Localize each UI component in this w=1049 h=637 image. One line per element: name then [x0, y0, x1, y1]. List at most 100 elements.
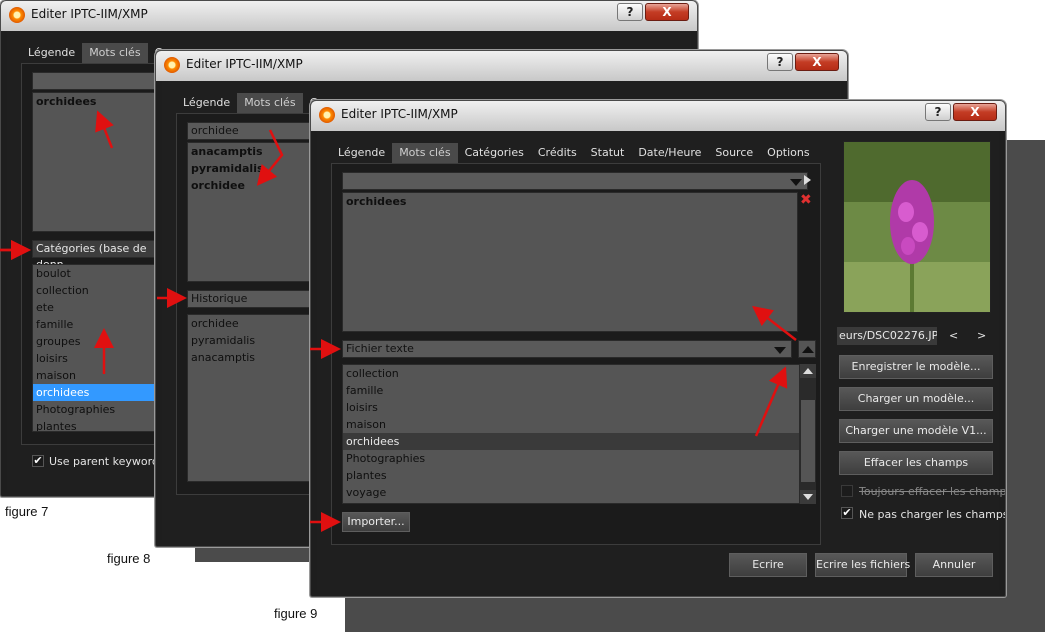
- tab-mots-cles[interactable]: Mots clés: [237, 93, 303, 113]
- list-item[interactable]: orchidees: [343, 433, 799, 450]
- keyword-search-input[interactable]: orchidee: [187, 122, 317, 140]
- client-area: Légende Mots clés Catégories Crédits Statut D…: [317, 131, 1005, 590]
- help-button[interactable]: ?: [767, 53, 793, 71]
- window-title: Editer IPTC-IIM/XMP: [186, 57, 303, 71]
- write-button[interactable]: Ecrire: [729, 553, 807, 577]
- list-item[interactable]: plantes: [33, 418, 161, 431]
- list-item[interactable]: loisirs: [343, 399, 799, 416]
- list-item[interactable]: famille: [343, 382, 799, 399]
- help-button[interactable]: ?: [925, 103, 951, 121]
- list-item[interactable]: famille: [33, 316, 161, 333]
- keyword-list[interactable]: orchidees: [342, 192, 798, 332]
- keyword-combo[interactable]: [32, 72, 162, 90]
- keywords-panel: orchidees ✖ Fichier texte collection fami…: [331, 163, 821, 545]
- list-item[interactable]: maison: [33, 367, 161, 384]
- use-parent-checkbox[interactable]: ✔: [32, 455, 44, 467]
- titlebar[interactable]: Editer IPTC-IIM/XMP ? X: [156, 51, 847, 79]
- always-clear-label: Toujours effacer les champs: [859, 485, 1006, 498]
- scroll-thumb[interactable]: [801, 400, 815, 482]
- file-list-scrollbar[interactable]: [800, 364, 816, 504]
- tab-options[interactable]: Options: [760, 143, 816, 163]
- tab-statut[interactable]: Statut: [584, 143, 632, 163]
- tab-credits[interactable]: Crédits: [531, 143, 584, 163]
- list-item[interactable]: collection: [33, 282, 161, 299]
- window-title: Editer IPTC-IIM/XMP: [31, 7, 148, 21]
- keywords-panel: orchidees Catégories (base de donn boulo…: [21, 63, 162, 445]
- close-button[interactable]: X: [645, 3, 689, 21]
- app-icon: [9, 7, 25, 23]
- list-item[interactable]: orchidees: [33, 93, 161, 110]
- tab-categories[interactable]: Catégories: [458, 143, 531, 163]
- history-list[interactable]: orchidee pyramidalis anacamptis: [187, 314, 317, 482]
- import-button[interactable]: Importer...: [342, 512, 410, 532]
- titlebar[interactable]: Editer IPTC-IIM/XMP ? X: [311, 101, 1005, 129]
- list-item[interactable]: pyramidalis: [188, 160, 316, 177]
- list-item[interactable]: groupes: [33, 333, 161, 350]
- scroll-up-icon[interactable]: [800, 364, 816, 378]
- category-combo[interactable]: Catégories (base de donn: [32, 240, 162, 271]
- list-item[interactable]: boulot: [33, 265, 161, 282]
- list-item[interactable]: orchidee: [188, 315, 316, 332]
- list-item[interactable]: orchidees: [33, 384, 161, 401]
- app-icon: [164, 57, 180, 73]
- list-item[interactable]: orchidee: [188, 177, 316, 194]
- write-files-button[interactable]: Ecrire les fichiers: [815, 553, 910, 577]
- app-icon: [319, 107, 335, 123]
- tab-bar: Légende Mots clés Ca: [21, 43, 176, 63]
- keyword-list[interactable]: orchidees: [32, 92, 162, 232]
- tab-source[interactable]: Source: [708, 143, 760, 163]
- add-keyword-icon[interactable]: [804, 175, 811, 185]
- list-item[interactable]: anacamptis: [188, 143, 316, 160]
- chevron-down-icon: [790, 179, 802, 186]
- photo-thumbnail: [843, 141, 991, 313]
- next-image-button[interactable]: >: [977, 329, 986, 342]
- list-item[interactable]: orchidees: [343, 193, 797, 210]
- list-item[interactable]: voyage: [343, 484, 799, 501]
- tab-bar: Légende Mots clés Ca: [176, 93, 331, 113]
- list-item[interactable]: anacamptis: [188, 349, 316, 366]
- tab-mots-cles[interactable]: Mots clés: [82, 43, 148, 63]
- help-button[interactable]: ?: [617, 3, 643, 21]
- category-list[interactable]: boulot collection ete famille groupes loisirs…: [32, 264, 162, 432]
- list-item[interactable]: loisirs: [33, 350, 161, 367]
- titlebar[interactable]: Editer IPTC-IIM/XMP ? X: [1, 1, 697, 29]
- close-button[interactable]: X: [953, 103, 997, 121]
- orchid-image: [844, 142, 990, 312]
- cancel-button[interactable]: Annuler: [915, 553, 993, 577]
- caption-figure-8: figure 8: [107, 551, 151, 566]
- list-item[interactable]: Photographies: [33, 401, 161, 418]
- load-model-v1-button[interactable]: Charger une modèle V1...: [839, 419, 993, 443]
- load-model-button[interactable]: Charger un modèle...: [839, 387, 993, 411]
- save-model-button[interactable]: Enregistrer le modèle...: [839, 355, 993, 379]
- clear-fields-button[interactable]: Effacer les champs: [839, 451, 993, 475]
- list-item[interactable]: maison: [343, 416, 799, 433]
- keyword-list[interactable]: anacamptis pyramidalis orchidee: [187, 142, 317, 282]
- tab-date-heure[interactable]: Date/Heure: [631, 143, 708, 163]
- history-combo[interactable]: Historique: [187, 290, 317, 308]
- move-up-button[interactable]: [798, 340, 816, 358]
- delete-keyword-icon[interactable]: ✖: [800, 192, 812, 208]
- list-item[interactable]: collection: [343, 365, 799, 382]
- use-parent-label: Use parent keywords: [49, 455, 165, 468]
- list-item[interactable]: pyramidalis: [188, 332, 316, 349]
- always-clear-checkbox[interactable]: [841, 485, 853, 497]
- prev-image-button[interactable]: <: [949, 329, 958, 342]
- list-item[interactable]: plantes: [343, 467, 799, 484]
- close-button[interactable]: X: [795, 53, 839, 71]
- list-item[interactable]: ete: [33, 299, 161, 316]
- caption-figure-7: figure 7: [5, 504, 49, 519]
- file-keyword-list[interactable]: collection famille loisirs maison orchidees P…: [342, 364, 800, 504]
- dont-load-checkbox[interactable]: ✔: [841, 507, 853, 519]
- dont-load-label: Ne pas charger les champs: [859, 508, 1006, 521]
- list-item[interactable]: Photographies: [343, 450, 799, 467]
- source-combo[interactable]: Fichier texte: [342, 340, 792, 358]
- scroll-down-icon[interactable]: [800, 490, 816, 504]
- tab-legende[interactable]: Légende: [176, 93, 237, 113]
- filename-field[interactable]: eurs/DSC02276.JPG: [837, 327, 937, 345]
- tab-legende[interactable]: Légende: [331, 143, 392, 163]
- chevron-down-icon: [774, 347, 786, 354]
- keyword-combo[interactable]: [342, 172, 808, 190]
- tab-mots-cles[interactable]: Mots clés: [392, 143, 458, 163]
- tab-legende[interactable]: Légende: [21, 43, 82, 63]
- window-title: Editer IPTC-IIM/XMP: [341, 107, 458, 121]
